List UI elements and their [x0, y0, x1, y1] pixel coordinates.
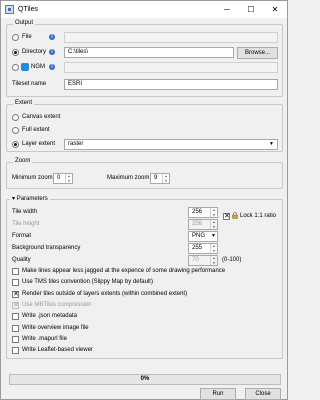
progress-text: 0%	[140, 376, 150, 382]
lock-icon	[232, 212, 238, 219]
param-checkbox-label: Render tiles outside of layers extents (…	[22, 291, 188, 297]
file-radio[interactable]	[12, 34, 19, 41]
param-checkbox[interactable]	[12, 313, 19, 320]
spin-arrows-icon[interactable]: ▲ ▼	[210, 244, 217, 253]
close-button[interactable]: Close	[245, 388, 281, 400]
full-extent-radio[interactable]	[12, 127, 19, 134]
parameters-title-text: Parameters	[16, 196, 48, 202]
canvas-extent-radio[interactable]	[12, 114, 19, 121]
layer-extent-radio[interactable]	[12, 141, 19, 148]
file-label: File	[22, 34, 32, 40]
param-checkbox-label: Write overview image file	[22, 325, 89, 331]
ngm-radio[interactable]	[12, 64, 19, 71]
min-zoom-spinbox[interactable]: 0 ▲ ▼	[53, 173, 73, 184]
tile-width-spinbox[interactable]: 256 ▲ ▼	[188, 207, 218, 218]
param-checkbox[interactable]	[12, 279, 19, 286]
max-zoom-spinbox[interactable]: 9 ▲ ▼	[150, 173, 170, 184]
tile-height-value: 256	[192, 221, 203, 227]
full-extent-label: Full extent	[22, 127, 50, 133]
param-checkbox-label: Use TMS tiles convention (Slippy Map by …	[22, 279, 153, 285]
min-zoom-label: Minimum zoom	[12, 175, 53, 181]
minimize-button[interactable]: ─	[215, 1, 239, 18]
tile-width-value: 256	[192, 209, 203, 215]
spin-arrows-icon[interactable]: ▲ ▼	[210, 208, 217, 217]
ngm-logo-icon	[21, 63, 29, 71]
transparency-spinbox[interactable]: 255 ▲ ▼	[188, 243, 218, 254]
param-checkbox[interactable]: ✕	[12, 302, 19, 309]
transparency-label: Background transparency	[12, 245, 81, 251]
quality-value: 70	[192, 257, 199, 263]
tile-width-label: Tile width	[12, 209, 38, 215]
directory-info-icon[interactable]: i	[49, 49, 55, 55]
max-zoom-value: 9	[154, 175, 158, 181]
file-path-field[interactable]	[64, 32, 278, 43]
extent-group-title: Extent	[13, 100, 35, 106]
layer-select-value: raster	[68, 141, 84, 147]
canvas-extent-label: Canvas extent	[22, 114, 61, 120]
parameters-group-title[interactable]: ▾ Parameters	[10, 195, 50, 202]
lock-ratio-checkbox[interactable]: ✕	[223, 213, 230, 220]
run-button[interactable]: Run	[200, 388, 236, 400]
param-checkbox[interactable]	[12, 268, 19, 275]
collapse-arrow-icon[interactable]: ▾	[12, 196, 15, 202]
chevron-down-icon: ▼	[269, 141, 274, 147]
window-title: QTiles	[18, 6, 38, 13]
spin-arrows-icon[interactable]: ▲ ▼	[65, 174, 72, 183]
max-zoom-label: Maximum zoom	[107, 175, 150, 181]
ngm-field[interactable]	[64, 62, 278, 73]
browse-button[interactable]: Browse...	[237, 47, 278, 59]
qtiles-app-icon	[5, 5, 14, 14]
param-checkbox[interactable]	[12, 336, 19, 343]
quality-range-label: (0-100)	[222, 257, 242, 263]
tileset-name-field[interactable]: ESRI	[64, 79, 278, 90]
zoom-group-title: Zoom	[13, 158, 33, 164]
title-bar[interactable]: QTiles ─ ☐ ✕	[1, 1, 287, 18]
quality-spinbox[interactable]: 70 ▲ ▼	[188, 255, 218, 266]
spin-arrows-icon[interactable]: ▲ ▼	[210, 220, 217, 229]
directory-radio[interactable]	[12, 49, 19, 56]
param-checkbox-label: Write Leaflet-based viewer	[22, 347, 93, 353]
format-select-value: PNG	[192, 233, 206, 239]
layer-select[interactable]: raster ▼	[64, 139, 278, 150]
param-checkbox-label: Use MBTiles compression	[22, 302, 92, 308]
param-checkbox[interactable]: ✕	[12, 291, 19, 298]
layer-extent-label: Layer extent	[22, 141, 56, 147]
param-checkbox-label: Write .mapurl file	[22, 336, 67, 342]
qtiles-dialog: QTiles ─ ☐ ✕ Output File i Directory i C…	[0, 0, 288, 400]
chevron-down-icon: ▼	[211, 233, 216, 239]
format-label: Format	[12, 233, 32, 239]
quality-label: Quality	[12, 257, 31, 263]
param-checkbox-label: Write .json metadata	[22, 313, 77, 319]
transparency-value: 255	[192, 245, 203, 251]
min-zoom-value: 0	[57, 175, 61, 181]
maximize-button[interactable]: ☐	[239, 1, 263, 18]
lock-ratio-label: Lock 1:1 ratio	[240, 213, 277, 219]
directory-label: Directory	[22, 49, 47, 55]
spin-arrows-icon[interactable]: ▲ ▼	[210, 256, 217, 265]
output-group-title: Output	[13, 20, 36, 26]
file-info-icon[interactable]: i	[49, 34, 55, 40]
directory-path-field[interactable]: C:\tiles\	[64, 47, 234, 58]
param-checkbox-label: Make lines appear less jagged at the exp…	[22, 268, 226, 274]
param-checkbox[interactable]	[12, 325, 19, 332]
close-window-button[interactable]: ✕	[263, 1, 287, 18]
ngm-label: NGM	[31, 64, 45, 70]
spin-arrows-icon[interactable]: ▲ ▼	[162, 174, 169, 183]
tile-height-spinbox[interactable]: 256 ▲ ▼	[188, 219, 218, 230]
ngm-info-icon[interactable]: i	[49, 64, 55, 70]
param-checkbox[interactable]	[12, 347, 19, 354]
format-select[interactable]: PNG ▼	[188, 231, 218, 242]
tileset-name-label: Tileset name	[12, 81, 47, 87]
tile-height-label: Tile height	[12, 221, 40, 227]
progress-bar: 0%	[9, 374, 281, 385]
